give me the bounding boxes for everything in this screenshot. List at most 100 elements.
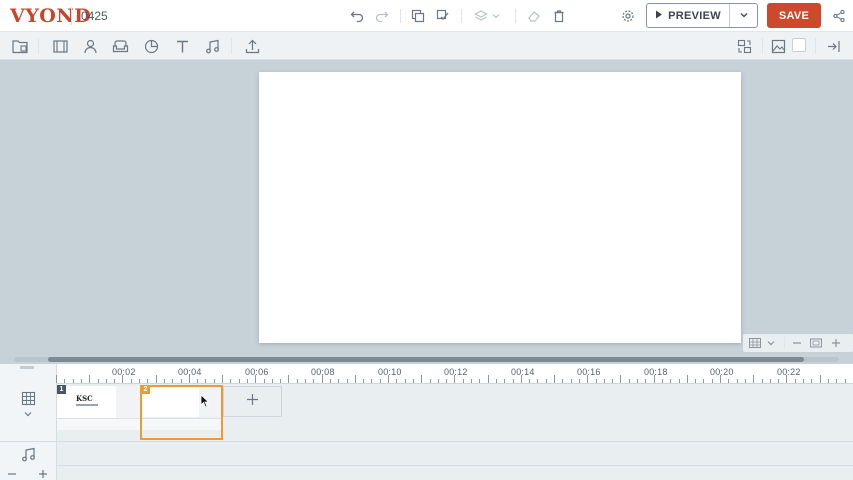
music-icon[interactable] [20, 446, 36, 462]
ruler-label: 00:06 [245, 367, 269, 377]
layers-icon[interactable] [473, 8, 489, 24]
ruler-tick [72, 379, 74, 383]
ruler-tick [263, 379, 265, 383]
templates-icon[interactable] [11, 37, 29, 55]
ruler-tick [80, 379, 82, 383]
timeline-scrollbar-thumb[interactable] [48, 357, 804, 362]
save-button[interactable]: SAVE [767, 3, 821, 28]
ruler-tick [429, 379, 431, 383]
ruler-tick [711, 379, 713, 383]
ruler-label: 00:12 [444, 367, 468, 377]
plus-icon[interactable] [37, 468, 49, 480]
trash-icon[interactable] [551, 8, 567, 24]
ruler-tick [230, 379, 232, 383]
preview-button-main[interactable]: PREVIEW [647, 4, 730, 27]
ruler-tick [819, 375, 821, 383]
ruler-tick [554, 375, 555, 383]
ruler-tick [404, 379, 406, 383]
undo-icon[interactable] [349, 8, 365, 24]
ruler-tick [661, 379, 663, 383]
ruler-tick [620, 375, 622, 383]
image-icon[interactable] [769, 37, 787, 55]
character-icon[interactable] [81, 37, 99, 55]
ruler-tick [744, 379, 746, 383]
ruler-tick [479, 379, 481, 383]
ruler-tick [537, 379, 539, 383]
divider [762, 38, 763, 54]
ruler-tick [446, 379, 448, 383]
ruler-tick [827, 379, 829, 383]
sofa-icon[interactable] [111, 37, 129, 55]
project-name[interactable]: 0425 [81, 8, 108, 24]
ruler-tick [288, 375, 290, 383]
scene-1-logo-text: KSC [76, 394, 93, 403]
divider [815, 38, 816, 54]
ruler-tick [305, 379, 306, 383]
audio-track[interactable] [57, 442, 853, 466]
ruler-tick [363, 379, 365, 383]
chevron-down-icon[interactable] [765, 337, 777, 349]
preview-dropdown[interactable] [730, 4, 757, 27]
divider [231, 38, 232, 54]
ruler-tick [246, 379, 248, 383]
ruler-tick [769, 379, 771, 383]
ruler-label: 00:08 [311, 367, 335, 377]
gear-icon[interactable] [620, 8, 636, 24]
ruler-tick [97, 379, 99, 383]
ruler-label: 00:18 [644, 367, 668, 377]
ruler-tick [338, 379, 340, 383]
ruler-tick [346, 379, 348, 383]
zoom-out-icon[interactable] [790, 336, 804, 350]
copy-icon[interactable] [410, 8, 426, 24]
ruler-tick [495, 379, 497, 383]
ruler-tick [811, 379, 813, 383]
timeline-resize-handle[interactable] [20, 366, 34, 369]
ruler-tick [720, 375, 721, 383]
ruler-tick [280, 379, 282, 383]
swap-icon[interactable] [735, 37, 753, 55]
eraser-icon[interactable] [526, 8, 542, 24]
ruler-tick [197, 379, 199, 383]
timeline-ruler[interactable]: 00:02 00:04 00:06 00:08 00:10 00:12 00:1… [56, 364, 853, 384]
timeline-track-headers [0, 364, 57, 480]
ruler-tick [163, 379, 165, 383]
ruler-tick [188, 375, 190, 383]
chevron-down-icon[interactable] [490, 10, 502, 22]
text-icon[interactable] [173, 37, 191, 55]
play-icon [655, 10, 663, 22]
ruler-tick [844, 379, 846, 383]
ruler-tick [545, 379, 547, 383]
props-icon[interactable] [51, 37, 69, 55]
scene-icon[interactable] [19, 389, 37, 407]
zoom-in-icon[interactable] [829, 336, 843, 350]
scene-canvas[interactable] [259, 72, 741, 343]
redo-icon[interactable] [374, 8, 390, 24]
ruler-tick [213, 379, 215, 383]
vyond-logo[interactable]: VYOND [10, 4, 91, 28]
ruler-tick [379, 379, 381, 383]
grid-icon[interactable] [748, 336, 762, 350]
preview-button[interactable]: PREVIEW [646, 3, 758, 28]
chart-icon[interactable] [142, 37, 160, 55]
background-color-swatch[interactable] [792, 38, 806, 52]
music-icon[interactable] [203, 37, 221, 55]
fit-icon[interactable] [809, 336, 823, 350]
ruler-label: 00:16 [577, 367, 601, 377]
chevron-down-icon[interactable] [22, 408, 34, 420]
divider [71, 7, 72, 25]
minus-icon[interactable] [6, 468, 18, 480]
ruler-tick [222, 375, 223, 383]
paste-icon[interactable] [435, 8, 451, 24]
upload-icon[interactable] [243, 37, 261, 55]
ruler-tick [180, 379, 182, 383]
exit-icon[interactable] [824, 37, 842, 55]
ruler-tick [454, 375, 456, 383]
ruler-tick [130, 379, 132, 383]
ruler-tick [354, 375, 356, 383]
scene-thumbnail-1-tail [116, 386, 141, 418]
ruler-tick [761, 379, 763, 383]
share-icon[interactable] [831, 8, 847, 24]
add-scene-button[interactable] [223, 386, 282, 417]
selected-scene-outline[interactable] [140, 385, 223, 440]
ruler-tick [678, 379, 680, 383]
